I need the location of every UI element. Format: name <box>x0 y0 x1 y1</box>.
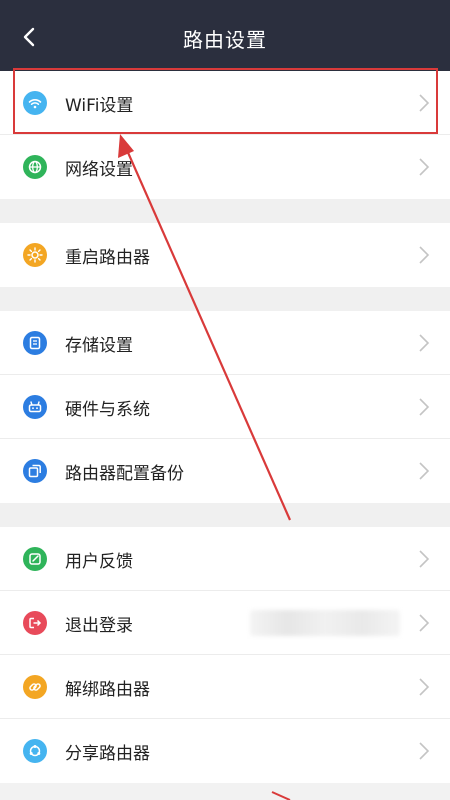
row-label: 网络设置 <box>65 160 133 180</box>
blurred-account-info <box>250 610 400 636</box>
wifi-icon <box>23 91 47 115</box>
globe-icon <box>23 155 47 179</box>
logout-icon <box>23 611 47 635</box>
feedback-icon <box>23 547 47 571</box>
settings-group-wifi-network: WiFi设置 网络设置 <box>0 71 450 199</box>
row-label: 解绑路由器 <box>65 680 150 700</box>
app-header: 路由设置 <box>0 0 450 71</box>
chevron-right-icon <box>418 549 430 569</box>
row-restart-router[interactable]: 重启路由器 <box>0 223 450 287</box>
backup-icon <box>23 459 47 483</box>
chevron-right-icon <box>418 245 430 265</box>
row-label: 用户反馈 <box>65 552 133 572</box>
row-label: 重启路由器 <box>65 248 150 268</box>
chevron-right-icon <box>418 461 430 481</box>
row-label: 分享路由器 <box>65 744 150 764</box>
chevron-right-icon <box>418 613 430 633</box>
chevron-right-icon <box>418 93 430 113</box>
settings-group-restart: 重启路由器 <box>0 223 450 287</box>
chevron-right-icon <box>418 333 430 353</box>
settings-group-account: 用户反馈 退出登录 解绑路由器 分享路由器 <box>0 527 450 783</box>
row-label: WiFi设置 <box>65 96 134 116</box>
page-title: 路由设置 <box>183 28 267 52</box>
row-logout[interactable]: 退出登录 <box>0 591 450 655</box>
row-label: 退出登录 <box>65 616 133 636</box>
row-label: 路由器配置备份 <box>65 464 184 484</box>
row-wifi-settings[interactable]: WiFi设置 <box>0 71 450 135</box>
row-config-backup[interactable]: 路由器配置备份 <box>0 439 450 503</box>
chevron-right-icon <box>418 677 430 697</box>
chevron-right-icon <box>418 157 430 177</box>
row-label: 硬件与系统 <box>65 400 150 420</box>
row-storage-settings[interactable]: 存储设置 <box>0 311 450 375</box>
row-label: 存储设置 <box>65 336 133 356</box>
settings-list: WiFi设置 网络设置 重启路由器 存储设置 硬件与系统 路由器配置备份 用户反… <box>0 71 450 783</box>
row-unbind-router[interactable]: 解绑路由器 <box>0 655 450 719</box>
share-icon <box>23 739 47 763</box>
chevron-right-icon <box>418 397 430 417</box>
section-divider <box>0 503 450 527</box>
storage-icon <box>23 331 47 355</box>
section-divider <box>0 287 450 311</box>
row-share-router[interactable]: 分享路由器 <box>0 719 450 783</box>
section-divider <box>0 199 450 223</box>
hardware-icon <box>23 395 47 419</box>
settings-group-system: 存储设置 硬件与系统 路由器配置备份 <box>0 311 450 503</box>
row-hardware-system[interactable]: 硬件与系统 <box>0 375 450 439</box>
link-icon <box>23 675 47 699</box>
chevron-right-icon <box>418 741 430 761</box>
row-user-feedback[interactable]: 用户反馈 <box>0 527 450 591</box>
restart-sun-icon <box>23 243 47 267</box>
row-network-settings[interactable]: 网络设置 <box>0 135 450 199</box>
